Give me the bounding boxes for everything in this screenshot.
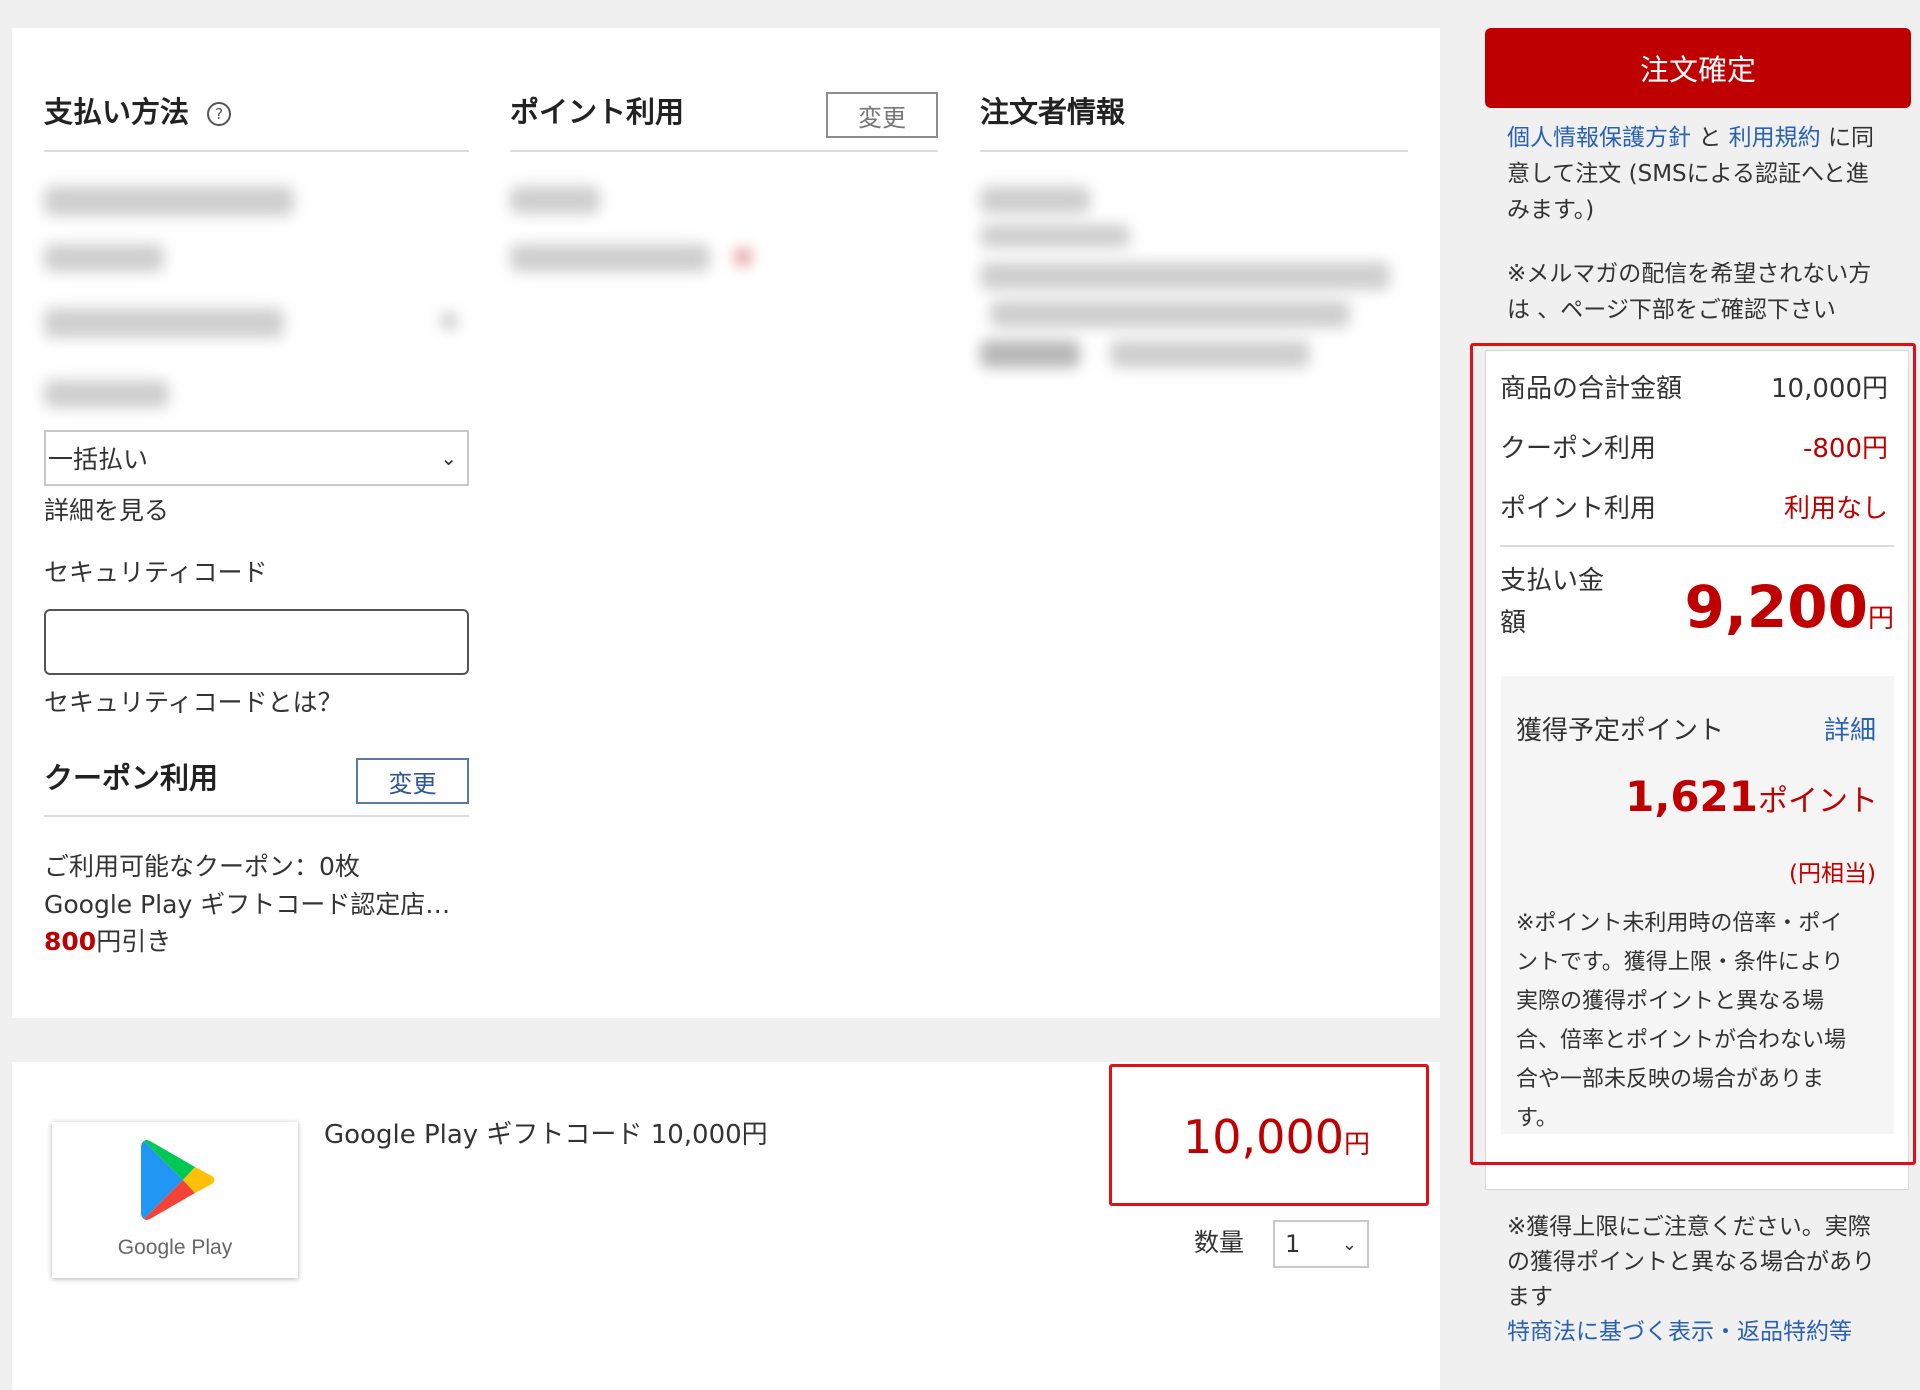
pay-amount-value: 9,200 xyxy=(1684,573,1868,641)
orderer-info-blurred xyxy=(980,340,1080,368)
coupon-change-button[interactable]: 変更 xyxy=(356,758,469,804)
orderer-info-blurred xyxy=(980,262,1390,290)
product-price-value: 10,000 xyxy=(1183,1110,1344,1164)
pay-label-2: 額 xyxy=(1500,608,1527,638)
card-info-blurred xyxy=(44,186,294,216)
earn-note: ※ポイント未利用時の倍率・ポイ ントです。獲得上限・条件により 実際の獲得ポイン… xyxy=(1516,904,1846,1138)
orderer-info-blurred xyxy=(990,300,1350,328)
pay-amount: 9,200円 xyxy=(1685,578,1894,636)
orderer-heading: 注文者情報 xyxy=(980,95,1126,129)
coupon-discount: 800円引き xyxy=(44,927,171,957)
points-info-blurred xyxy=(510,244,710,272)
subtotal-row: 商品の合計金額 10,000円 xyxy=(1500,368,1888,405)
chevron-down-icon: ⌄ xyxy=(440,446,457,470)
orderer-info-blurred xyxy=(980,186,1090,214)
points-divider xyxy=(510,150,938,152)
orderer-divider xyxy=(980,150,1408,152)
orderer-info-blurred xyxy=(980,224,1130,248)
coupon-divider xyxy=(44,815,469,817)
security-code-input[interactable] xyxy=(44,609,469,675)
mail-note-1: ※メルマガの配信を希望されない方 xyxy=(1507,261,1872,287)
summary-divider xyxy=(1500,545,1894,547)
terms-link[interactable]: 利用規約 xyxy=(1729,125,1821,151)
limit-note: ※獲得上限にご注意ください。実際 の獲得ポイントと異なる場合があり ます 特商法… xyxy=(1507,1210,1875,1350)
installment-select[interactable]: 一括払い ⌄ xyxy=(44,430,469,486)
pay-label: 支払い金 額 xyxy=(1500,560,1604,644)
earn-note-4: 合、倍率とポイントが合わない場 xyxy=(1516,1028,1847,1053)
details-link[interactable]: 詳細を見る xyxy=(44,496,169,526)
card-info-blurred xyxy=(44,380,169,408)
orderer-info-blurred xyxy=(1110,340,1310,368)
point-row: ポイント利用 利用なし xyxy=(1500,488,1888,525)
product-name[interactable]: Google Play ギフトコード 10,000円 xyxy=(324,1120,768,1151)
security-code-label: セキュリティコード xyxy=(44,558,268,587)
earn-label: 獲得予定ポイント xyxy=(1516,716,1725,746)
and-text: と xyxy=(1698,125,1722,151)
question-circle-icon[interactable]: ? xyxy=(207,102,232,126)
mail-note-2: は 、ページ下部をご確認下さい xyxy=(1507,297,1836,323)
security-code-help-link[interactable]: セキュリティコードとは？ xyxy=(44,688,343,718)
card-info-blurred xyxy=(440,312,458,330)
point-label: ポイント利用 xyxy=(1500,494,1657,524)
privacy-policy-link[interactable]: 個人情報保護方針 xyxy=(1507,125,1691,151)
coupon-available: ご利用可能なクーポン：0枚 xyxy=(44,852,360,881)
coupon-discount-amount: 800 xyxy=(44,927,97,956)
quantity-value: 1 xyxy=(1285,1230,1301,1258)
earn-note-2: ントです。獲得上限・条件により xyxy=(1516,950,1844,975)
earn-detail-link[interactable]: 詳細 xyxy=(1824,710,1876,747)
point-value: 利用なし xyxy=(1783,494,1888,524)
points-heading: ポイント利用 xyxy=(510,95,685,129)
earn-amount: 1,621ポイント xyxy=(1625,776,1878,818)
product-price-unit: 円 xyxy=(1343,1130,1370,1160)
earn-amount-unit: ポイント xyxy=(1758,784,1878,819)
earn-note-3: 実際の獲得ポイントと異なる場 xyxy=(1516,989,1825,1014)
product-price: 10,000円 xyxy=(1183,1114,1370,1160)
coupon-shop: Google Play ギフトコード認定店… xyxy=(44,890,451,919)
coupon-heading: クーポン利用 xyxy=(44,761,219,795)
points-change-button[interactable]: 変更 xyxy=(826,92,938,138)
limit-note-1: ※獲得上限にご注意ください。実際 xyxy=(1507,1214,1871,1240)
agree-text: 個人情報保護方針 と 利用規約 に同 意して注文 (SMSによる認証へと進 みま… xyxy=(1507,120,1874,228)
agree-text-3: みます。) xyxy=(1507,197,1595,223)
card-info-blurred xyxy=(44,244,164,272)
earn-note-1: ※ポイント未利用時の倍率・ポイ xyxy=(1516,911,1843,936)
quantity-select[interactable]: 1 ⌄ xyxy=(1273,1220,1369,1268)
pay-label-1: 支払い金 xyxy=(1500,566,1605,596)
card-info-blurred xyxy=(44,308,284,338)
coupon-value: -800円 xyxy=(1802,434,1888,464)
coupon-row: クーポン利用 -800円 xyxy=(1500,428,1888,465)
earn-note-6: す。 xyxy=(1516,1106,1558,1131)
mail-note: ※メルマガの配信を希望されない方 は 、ページ下部をご確認下さい xyxy=(1507,256,1871,328)
pay-amount-unit: 円 xyxy=(1867,604,1894,634)
earn-note-5: 合や一部未反映の場合がありま xyxy=(1516,1067,1825,1092)
payment-divider xyxy=(44,150,469,152)
points-info-blurred xyxy=(510,186,600,214)
agree-text-2: 意して注文 (SMSによる認証へと進 xyxy=(1507,161,1869,187)
google-play-logo-icon xyxy=(141,1140,215,1220)
subtotal-value: 10,000円 xyxy=(1771,374,1888,404)
subtotal-label: 商品の合計金額 xyxy=(1500,374,1683,404)
product-image-label: Google Play xyxy=(117,1236,233,1259)
quantity-label: 数量 xyxy=(1194,1228,1245,1257)
earn-amount-value: 1,621 xyxy=(1625,772,1758,821)
earn-equiv: (円相当) xyxy=(1789,861,1876,887)
installment-select-value: 一括払い xyxy=(48,445,149,474)
limit-note-3: ます xyxy=(1507,1284,1553,1310)
points-info-blurred xyxy=(734,248,752,266)
legal-link[interactable]: 特商法に基づく表示・返品特約等 xyxy=(1507,1315,1875,1350)
chevron-down-icon: ⌄ xyxy=(1341,1233,1357,1255)
agree-text-1: に同 xyxy=(1827,125,1874,151)
coupon-label: クーポン利用 xyxy=(1500,434,1657,464)
confirm-order-button[interactable]: 注文確定 xyxy=(1485,28,1911,108)
product-image[interactable]: Google Play xyxy=(52,1122,298,1278)
limit-note-2: の獲得ポイントと異なる場合があり xyxy=(1507,1249,1875,1275)
payment-heading: 支払い方法 ? xyxy=(44,98,232,127)
coupon-discount-suffix: 円引き xyxy=(96,927,172,956)
